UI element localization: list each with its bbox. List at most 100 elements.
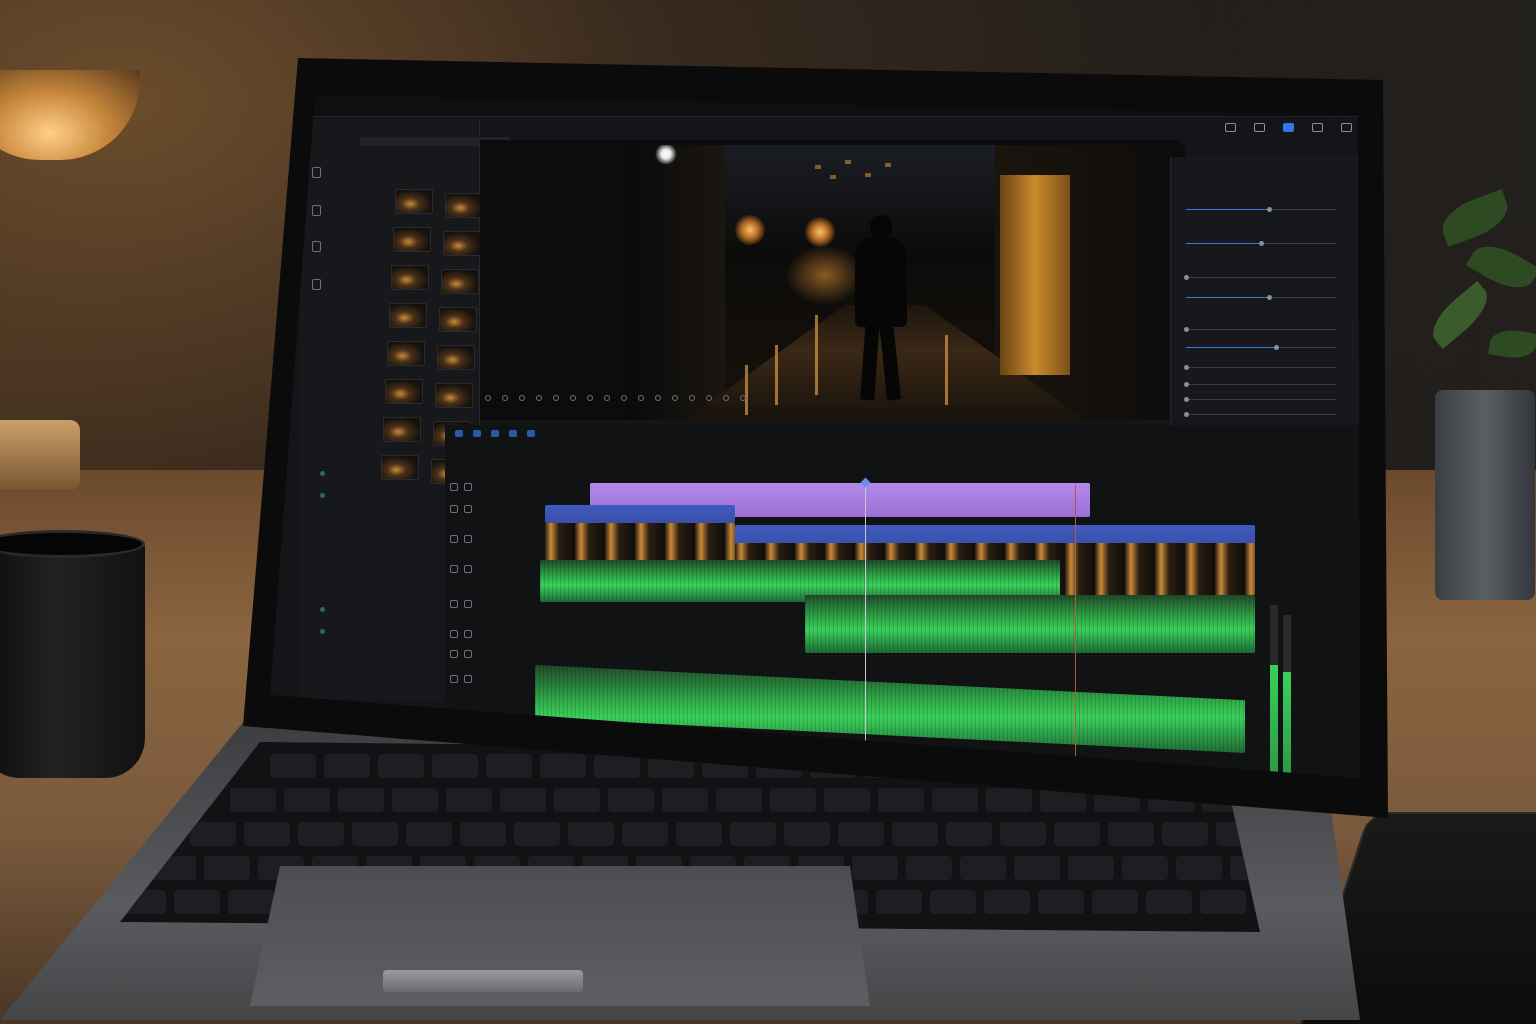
inspector-slider-knob[interactable] (1259, 241, 1264, 246)
timeline-tool-icon[interactable] (527, 430, 535, 437)
viewer-control-icon[interactable] (672, 395, 678, 401)
key[interactable] (540, 754, 586, 778)
key[interactable] (730, 822, 776, 846)
clip-thumbnail[interactable] (441, 269, 479, 294)
track-lock-icon[interactable] (450, 505, 458, 513)
key[interactable] (284, 788, 330, 812)
key[interactable] (190, 822, 236, 846)
key[interactable] (932, 788, 978, 812)
track-header[interactable] (450, 505, 500, 513)
viewer-control-icon[interactable] (706, 395, 712, 401)
video-frame[interactable] (625, 145, 1185, 420)
inspector-slider[interactable] (1184, 275, 1336, 280)
key[interactable] (392, 788, 438, 812)
share-icon[interactable] (1341, 123, 1352, 132)
track-header[interactable] (450, 483, 500, 491)
key[interactable] (270, 754, 316, 778)
nav-item-folder[interactable] (312, 167, 331, 178)
key[interactable] (824, 788, 870, 812)
key[interactable] (876, 890, 922, 914)
inspector-slider[interactable] (1184, 397, 1336, 402)
clip-thumbnail[interactable] (383, 417, 421, 442)
playhead[interactable] (865, 485, 866, 778)
video-clip-filmstrip[interactable] (545, 523, 735, 561)
inspector-slider-knob[interactable] (1184, 397, 1189, 402)
inspector-slider[interactable] (1186, 295, 1336, 300)
viewer-control-icon[interactable] (621, 395, 627, 401)
track-header[interactable] (450, 650, 500, 658)
viewer-control-icon[interactable] (502, 395, 508, 401)
audio-clip[interactable] (805, 595, 1255, 653)
key[interactable] (1038, 890, 1084, 914)
track-lock-icon[interactable] (450, 630, 458, 638)
clip-thumbnail[interactable] (443, 231, 481, 256)
inspector-slider-knob[interactable] (1184, 275, 1189, 280)
square-icon[interactable] (1254, 123, 1265, 132)
track-visibility-icon[interactable] (464, 535, 472, 543)
clip-thumbnail[interactable] (445, 193, 483, 218)
inspector-slider-knob[interactable] (1184, 382, 1189, 387)
clip-thumbnail[interactable] (389, 303, 427, 328)
track-lock-icon[interactable] (450, 650, 458, 658)
key[interactable] (1000, 822, 1046, 846)
key[interactable] (1108, 822, 1154, 846)
inspector-slider[interactable] (1186, 345, 1336, 350)
key[interactable] (486, 754, 532, 778)
nav-item-audio[interactable] (312, 241, 331, 252)
key[interactable] (1054, 822, 1100, 846)
key[interactable] (892, 822, 938, 846)
track-mute-icon[interactable] (464, 600, 472, 608)
key[interactable] (984, 890, 1030, 914)
section-item[interactable] (320, 607, 333, 614)
key[interactable] (1014, 856, 1060, 880)
clip-thumbnail[interactable] (385, 379, 423, 404)
inspector-slider[interactable] (1186, 207, 1336, 212)
viewer-control-icon[interactable] (536, 395, 542, 401)
key[interactable] (500, 788, 546, 812)
inspector-slider[interactable] (1184, 365, 1336, 370)
clip-thumbnail[interactable] (439, 307, 477, 332)
inspector-slider[interactable] (1184, 382, 1336, 387)
track-mute-icon[interactable] (464, 565, 472, 573)
track-lock-icon[interactable] (450, 535, 458, 543)
track-lock-icon[interactable] (450, 675, 458, 683)
track-mute-icon[interactable] (464, 650, 472, 658)
key[interactable] (1068, 856, 1114, 880)
clip-thumbnail[interactable] (391, 265, 429, 290)
nav-item-clip[interactable] (312, 205, 331, 216)
key[interactable] (1146, 890, 1192, 914)
key[interactable] (1122, 856, 1168, 880)
clip-thumbnail[interactable] (437, 345, 475, 370)
timeline-tool-icon[interactable] (491, 430, 499, 437)
monitor-icon[interactable] (1225, 123, 1236, 132)
key[interactable] (770, 788, 816, 812)
track-visibility-icon[interactable] (464, 505, 472, 513)
key[interactable] (1176, 856, 1222, 880)
key[interactable] (960, 856, 1006, 880)
track-visibility-icon[interactable] (464, 483, 472, 491)
viewer-control-icon[interactable] (519, 395, 525, 401)
viewer-control-icon[interactable] (570, 395, 576, 401)
key[interactable] (568, 822, 614, 846)
viewer-control-icon[interactable] (553, 395, 559, 401)
track-lock-icon[interactable] (450, 565, 458, 573)
section-item[interactable] (320, 471, 333, 478)
key[interactable] (228, 890, 274, 914)
key[interactable] (338, 788, 384, 812)
inspector-slider-knob[interactable] (1184, 327, 1189, 332)
key[interactable] (244, 822, 290, 846)
key[interactable] (784, 822, 830, 846)
track-mute-icon[interactable] (464, 630, 472, 638)
viewer-control-icon[interactable] (485, 395, 491, 401)
key[interactable] (324, 754, 370, 778)
clip-thumbnail[interactable] (381, 455, 419, 480)
key[interactable] (1200, 890, 1246, 914)
key[interactable] (460, 822, 506, 846)
inspector-slider[interactable] (1184, 412, 1336, 417)
track-mute-icon[interactable] (464, 675, 472, 683)
inspector-slider-knob[interactable] (1266, 207, 1272, 212)
key[interactable] (838, 822, 884, 846)
viewer-control-icon[interactable] (604, 395, 610, 401)
inspector-slider-knob[interactable] (1274, 345, 1279, 350)
inspector-slider-knob[interactable] (1184, 365, 1189, 370)
